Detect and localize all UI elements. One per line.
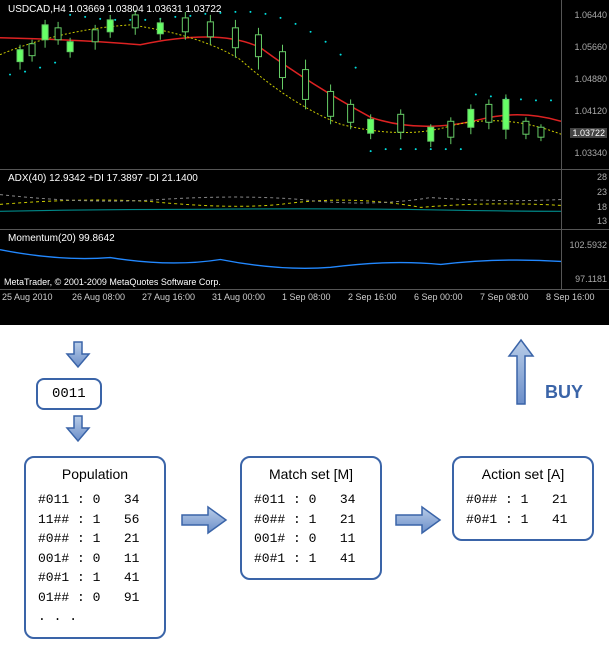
population-title: Population (38, 466, 152, 482)
y-tick: 1.06440 (574, 10, 607, 20)
x-tick: 2 Sep 16:00 (348, 292, 397, 302)
match-set-box: Match set [M] #011 : 0 34 #0## : 1 21 00… (240, 456, 382, 580)
forex-chart-panel: USDCAD,H4 1.03669 1.03804 1.03631 1.0372… (0, 0, 609, 325)
classifier-row: #0## : 1 21 (38, 529, 152, 549)
buy-output-label: BUY (545, 382, 583, 403)
x-tick: 25 Aug 2010 (2, 292, 53, 302)
classifier-row: 001# : 0 11 (254, 529, 368, 549)
action-set-title: Action set [A] (466, 466, 580, 482)
momentum-y-axis: 102.5932 97.1181 (561, 230, 609, 289)
price-y-axis: 1.06440 1.05660 1.04880 1.04120 1.03722 … (561, 0, 609, 169)
classifier-row: #0## : 1 21 (254, 510, 368, 530)
momentum-pane: Momentum(20) 99.8642 MetaTrader, © 2001-… (0, 230, 609, 290)
classifier-diagram: 0011 Population #011 : 0 34 11## : 1 56 … (0, 330, 609, 665)
y-tick: 23 (597, 187, 607, 197)
classifier-row: 001# : 0 11 (38, 549, 152, 569)
classifier-row: 11## : 1 56 (38, 510, 152, 530)
candle-area (0, 0, 561, 169)
x-tick: 1 Sep 08:00 (282, 292, 331, 302)
y-tick: 1.04880 (574, 74, 607, 84)
input-condition-box: 0011 (36, 378, 102, 410)
population-box: Population #011 : 0 34 11## : 1 56 #0## … (24, 456, 166, 639)
classifier-row: #011 : 0 34 (254, 490, 368, 510)
classifier-row: . . . (38, 607, 152, 627)
x-tick: 6 Sep 00:00 (414, 292, 463, 302)
arrow-up-icon (506, 338, 536, 408)
symbol-header: USDCAD,H4 1.03669 1.03804 1.03631 1.0372… (4, 2, 226, 17)
adx-y-axis: 28 23 18 13 (561, 170, 609, 229)
x-tick: 7 Sep 08:00 (480, 292, 529, 302)
classifier-row: #0## : 1 21 (466, 490, 580, 510)
y-tick: 1.03340 (574, 148, 607, 158)
price-chart-pane: USDCAD,H4 1.03669 1.03804 1.03631 1.0372… (0, 0, 609, 170)
x-tick: 31 Aug 00:00 (212, 292, 265, 302)
arrow-right-icon (180, 505, 228, 535)
time-x-axis: 25 Aug 2010 26 Aug 08:00 27 Aug 16:00 31… (0, 290, 609, 325)
classifier-row: #0#1 : 1 41 (466, 510, 580, 530)
y-tick: 18 (597, 202, 607, 212)
arrow-down-icon (65, 340, 91, 370)
y-tick: 102.5932 (569, 240, 607, 250)
classifier-row: 01## : 0 91 (38, 588, 152, 608)
x-tick: 26 Aug 08:00 (72, 292, 125, 302)
adx-header: ADX(40) 12.9342 +DI 17.3897 -DI 21.1400 (4, 171, 202, 186)
y-tick: 28 (597, 172, 607, 182)
input-condition-text: 0011 (52, 386, 86, 402)
momentum-header: Momentum(20) 99.8642 (4, 231, 119, 246)
classifier-row: #0#1 : 1 41 (38, 568, 152, 588)
arrow-right-icon (394, 505, 442, 535)
y-tick: 13 (597, 216, 607, 226)
classifier-row: #011 : 0 34 (38, 490, 152, 510)
x-tick: 8 Sep 16:00 (546, 292, 595, 302)
action-set-box: Action set [A] #0## : 1 21 #0#1 : 1 41 (452, 456, 594, 541)
x-tick: 27 Aug 16:00 (142, 292, 195, 302)
y-tick: 97.1181 (575, 274, 607, 284)
y-tick: 1.04120 (574, 106, 607, 116)
adx-pane: ADX(40) 12.9342 +DI 17.3897 -DI 21.1400 … (0, 170, 609, 230)
classifier-row: #0#1 : 1 41 (254, 549, 368, 569)
y-tick: 1.05660 (574, 42, 607, 52)
match-set-title: Match set [M] (254, 466, 368, 482)
arrow-down-icon (65, 414, 91, 444)
current-price-tag: 1.03722 (570, 128, 607, 138)
